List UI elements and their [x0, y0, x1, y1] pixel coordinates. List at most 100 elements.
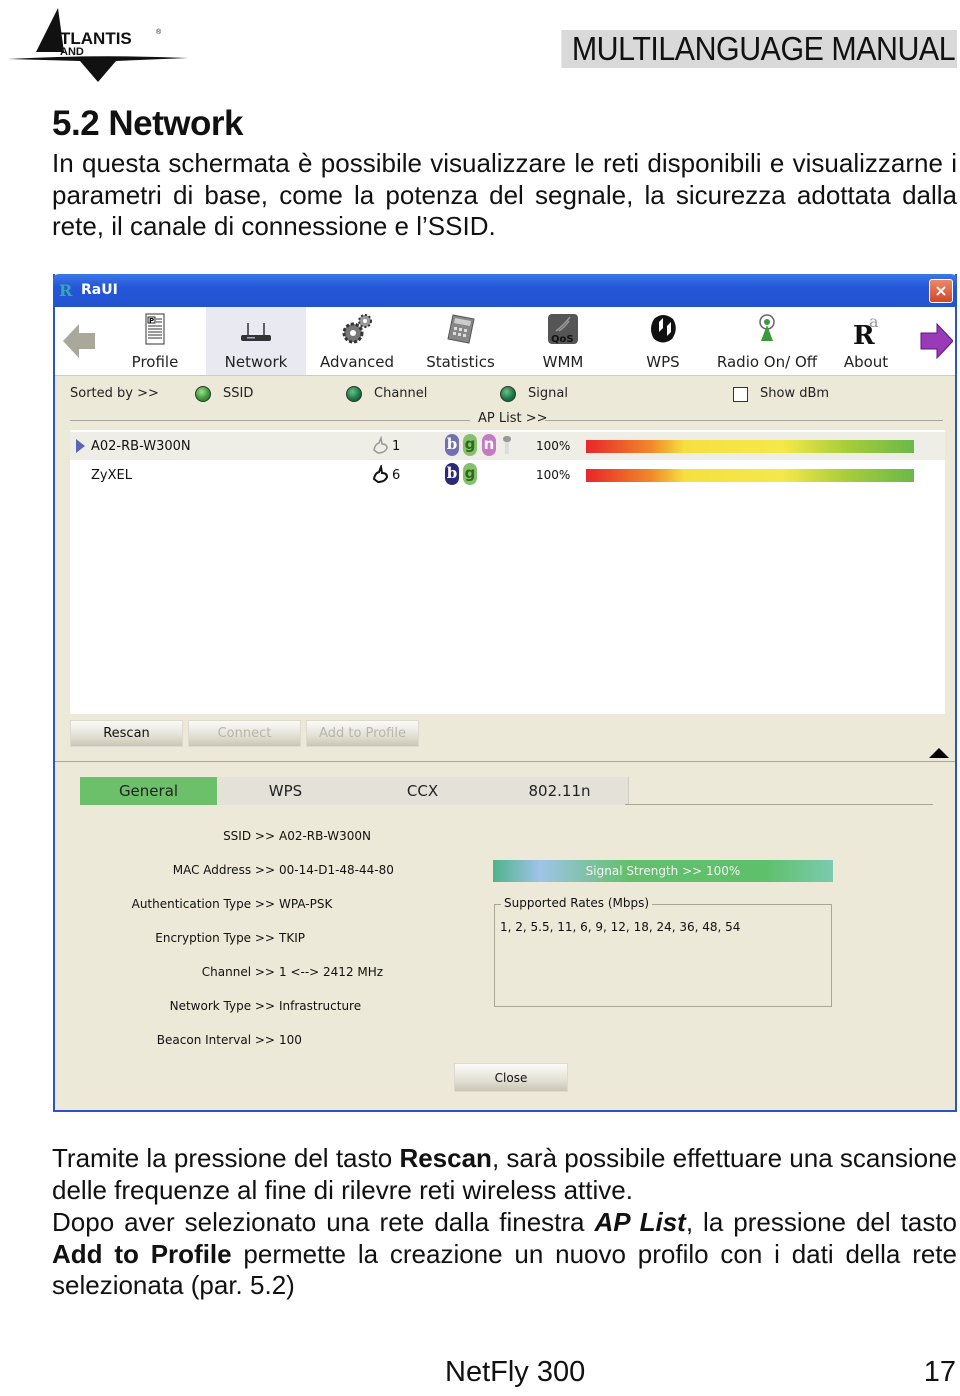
close-button[interactable]: Close [454, 1063, 568, 1092]
toolbar-wps[interactable]: WPS [613, 307, 713, 375]
main-toolbar: P Profile Network Advanced Statistics Qo… [55, 307, 955, 376]
rescan-button[interactable]: Rescan [70, 720, 183, 747]
supported-rates-values: 1, 2, 5.5, 11, 6, 9, 12, 18, 24, 36, 48,… [500, 920, 741, 934]
detail-key: Encryption Type >> [155, 931, 275, 945]
ap-channel: 1 [392, 439, 401, 454]
ap-list[interactable]: A02-RB-W300N 1 b g n 100% ZyXEL 6 b g 10… [70, 430, 945, 714]
toolbar-advanced[interactable]: Advanced [307, 307, 407, 375]
detail-row: SSID >> A02-RB-W300N [55, 829, 455, 845]
detail-value: 100 [279, 1033, 302, 1047]
toolbar-about-label: About [843, 353, 889, 371]
sort-ssid-radio[interactable] [195, 386, 211, 402]
svg-text:R: R [853, 321, 875, 345]
rescan-emphasis: Rescan [399, 1143, 492, 1173]
add-profile-paragraph: Dopo aver selezionato una rete dalla fin… [52, 1207, 957, 1302]
title-bar[interactable]: R RaUI × [53, 274, 957, 307]
ap-signal-percent: 100% [536, 439, 571, 453]
detail-key: Channel >> [201, 965, 275, 979]
detail-row: Beacon Interval >> 100 [55, 1033, 455, 1049]
svg-text:P: P [149, 317, 154, 325]
window-close-button[interactable]: × [929, 279, 953, 303]
detail-row: Authentication Type >> WPA-PSK [55, 897, 455, 913]
toolbar-network[interactable]: Network [206, 307, 306, 375]
toolbar-about[interactable]: a R About [821, 307, 911, 375]
divider [55, 761, 955, 762]
lock-icon [503, 436, 511, 454]
detail-value: 00-14-D1-48-44-80 [279, 863, 394, 877]
qos-icon: QoS [548, 314, 578, 345]
toolbar-radio-label: Radio On/ Off [716, 353, 818, 371]
window-title: RaUI [81, 282, 118, 298]
toolbar-radio-onoff[interactable]: Radio On/ Off [713, 307, 821, 375]
signal-strength-bar: Signal Strength >> 100% [493, 860, 833, 882]
add-to-profile-button[interactable]: Add to Profile [306, 720, 419, 747]
ap-list-row[interactable]: ZyXEL 6 b g 100% [70, 461, 945, 489]
detail-row: MAC Address >> 00-14-D1-48-44-80 [55, 863, 455, 879]
sorted-by-label: Sorted by >> [70, 386, 159, 401]
channel-hand-icon [372, 465, 389, 483]
supported-rates-group: Supported Rates (Mbps) 1, 2, 5.5, 11, 6,… [494, 896, 832, 1007]
toolbar-wps-label: WPS [646, 353, 680, 371]
toolbar-profile-label: Profile [131, 353, 179, 371]
show-dbm-label: Show dBm [760, 386, 830, 401]
detail-key: SSID >> [223, 829, 275, 843]
footer-product: NetFly 300 [445, 1356, 586, 1388]
profile-icon: P [145, 313, 165, 345]
divider [545, 420, 943, 421]
detail-key: Network Type >> [169, 999, 275, 1013]
text-run: Tramite la pressione del tasto [52, 1143, 400, 1173]
ap-list-row[interactable]: A02-RB-W300N 1 b g n 100% [70, 432, 945, 460]
calculator-icon [446, 314, 475, 344]
tab-80211n[interactable]: 802.11n [491, 777, 629, 805]
tab-general[interactable]: General [80, 777, 218, 805]
router-icon [241, 323, 271, 341]
back-arrow-icon[interactable] [63, 321, 97, 361]
toolbar-wmm[interactable]: QoS WMM [513, 307, 613, 375]
detail-value: TKIP [279, 931, 305, 945]
channel-hand-icon [373, 436, 388, 454]
toolbar-wmm-label: WMM [542, 353, 584, 371]
mode-g-badge: g [463, 463, 477, 485]
detail-row: Network Type >> Infrastructure [55, 999, 455, 1015]
network-details: SSID >> A02-RB-W300N MAC Address >> 00-14-… [55, 829, 475, 1049]
collapse-arrow-icon[interactable] [929, 748, 949, 758]
sort-channel-radio[interactable] [346, 386, 362, 402]
page-number: 17 [923, 1356, 956, 1388]
toolbar-profile[interactable]: P Profile [105, 307, 205, 375]
toolbar-statistics[interactable]: Statistics [408, 307, 513, 375]
ap-list-emphasis: AP List [594, 1207, 686, 1237]
show-dbm-checkbox[interactable] [733, 387, 748, 402]
connect-button[interactable]: Connect [188, 720, 301, 747]
section-title: 5.2 Network [52, 104, 243, 143]
divider [625, 804, 933, 805]
toolbar-advanced-label: Advanced [319, 353, 395, 371]
tab-wps[interactable]: WPS [217, 777, 355, 805]
raui-app-icon: R [59, 281, 73, 300]
forward-arrow-icon[interactable] [919, 321, 953, 361]
svg-text:QoS: QoS [551, 334, 574, 345]
signal-bar [586, 440, 914, 453]
antenna-icon [759, 314, 775, 341]
svg-text:®: ® [156, 28, 162, 36]
rescan-paragraph: Tramite la pressione del tasto Rescan, s… [52, 1143, 957, 1206]
mode-n-badge: n [482, 434, 496, 456]
raui-window: R RaUI × P Profile Network Advanced Stat… [53, 274, 957, 1112]
wps-icon [651, 315, 676, 343]
detail-value: WPA-PSK [279, 897, 333, 911]
about-icon: a R [853, 313, 879, 345]
add-to-profile-emphasis: Add to Profile [52, 1238, 232, 1269]
text-run: Dopo aver selezionato una rete dalla fin… [52, 1207, 595, 1237]
signal-bar [586, 469, 914, 482]
ap-channel: 6 [392, 468, 401, 483]
ap-signal-percent: 100% [536, 468, 571, 482]
mode-b-badge: b [445, 463, 459, 485]
mode-g-badge: g [463, 434, 477, 456]
ap-ssid: ZyXEL [91, 468, 132, 483]
toolbar-network-label: Network [224, 353, 288, 371]
detail-value: 1 <--> 2412 MHz [279, 965, 384, 979]
sort-signal-radio[interactable] [500, 386, 516, 402]
intro-paragraph: In questa schermata è possibile visualiz… [52, 148, 957, 241]
ap-ssid: A02-RB-W300N [91, 439, 191, 454]
tab-ccx[interactable]: CCX [354, 777, 492, 805]
mode-b-badge: b [445, 434, 459, 456]
